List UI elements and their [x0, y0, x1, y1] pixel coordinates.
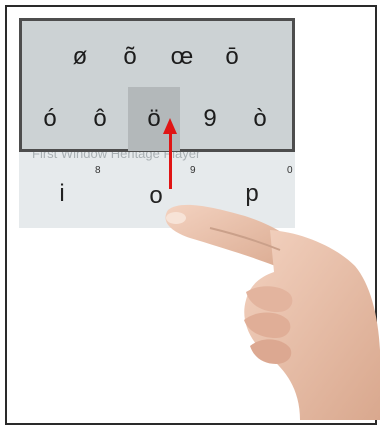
accent-key-o-acute[interactable]: ó	[30, 99, 70, 139]
accent-key-nine[interactable]: 9	[190, 99, 230, 139]
accent-key-o-tilde[interactable]: õ	[110, 37, 150, 77]
accent-key-o-grave[interactable]: ò	[240, 99, 280, 139]
arrow-head-icon	[163, 118, 177, 134]
accent-key-o-slash[interactable]: ø	[60, 37, 100, 77]
accent-popup: ø õ œ ō ó ô ö 9 ò	[19, 18, 295, 152]
pointing-hand-icon	[165, 204, 380, 420]
key-o-hint: 9	[190, 165, 196, 176]
key-i[interactable]: i	[46, 180, 78, 208]
key-i-hint: 8	[95, 165, 101, 176]
accent-key-oe[interactable]: œ	[162, 37, 202, 77]
accent-key-o-macron[interactable]: ō	[212, 37, 252, 77]
key-p-hint: 0	[287, 165, 293, 176]
accent-key-o-circumflex[interactable]: ô	[80, 99, 120, 139]
